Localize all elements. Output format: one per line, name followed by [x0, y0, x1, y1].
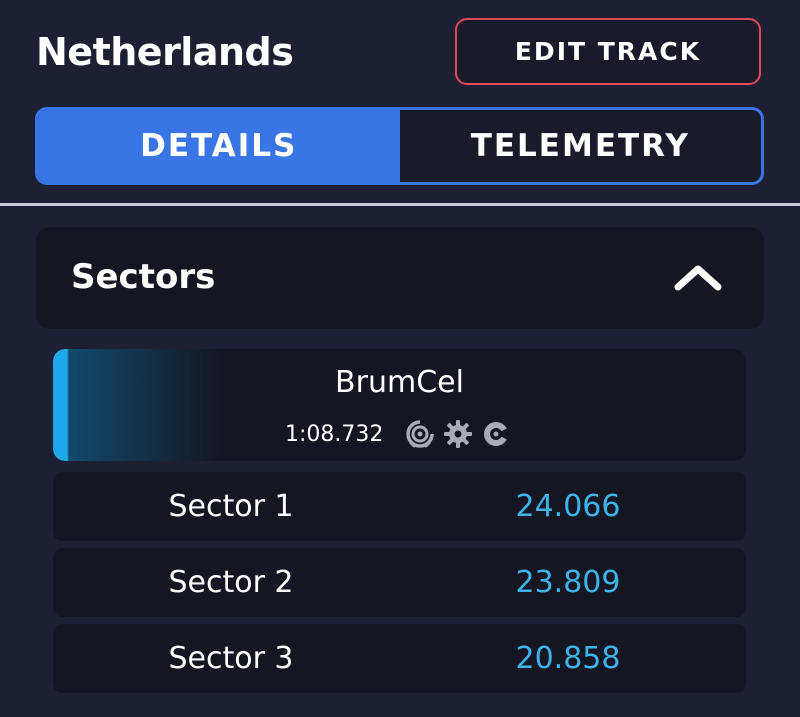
driver-name: BrumCel: [335, 365, 464, 400]
chevron-up-icon[interactable]: [672, 261, 724, 293]
abs-icon: [484, 422, 511, 446]
tab-telemetry[interactable]: TELEMETRY: [400, 110, 762, 182]
sector-label: Sector 1: [168, 489, 294, 524]
traction-control-icon: [406, 420, 435, 448]
tab-details[interactable]: DETAILS: [38, 110, 400, 182]
lap-time: 1:08.732: [285, 421, 384, 447]
sector-time: 24.066: [515, 489, 621, 524]
sector-label: Sector 2: [168, 565, 294, 600]
sector-row-1: Sector 1 24.066: [53, 472, 746, 541]
gearbox-icon: [444, 420, 473, 448]
page-title: Netherlands: [36, 30, 294, 74]
driver-card[interactable]: BrumCel 1:08.732: [53, 349, 746, 461]
edit-track-button[interactable]: EDIT TRACK: [455, 18, 761, 85]
sector-label: Sector 3: [168, 641, 294, 676]
sectors-title: Sectors: [71, 257, 216, 297]
tab-bar: DETAILS TELEMETRY: [35, 107, 764, 185]
sectors-panel-header[interactable]: Sectors: [36, 227, 764, 329]
sector-time: 23.809: [515, 565, 621, 600]
sector-row-3: Sector 3 20.858: [53, 624, 746, 693]
sector-time: 20.858: [515, 641, 621, 676]
divider: [0, 203, 800, 206]
driver-meta: 1:08.732: [285, 419, 519, 449]
sector-row-2: Sector 2 23.809: [53, 548, 746, 617]
